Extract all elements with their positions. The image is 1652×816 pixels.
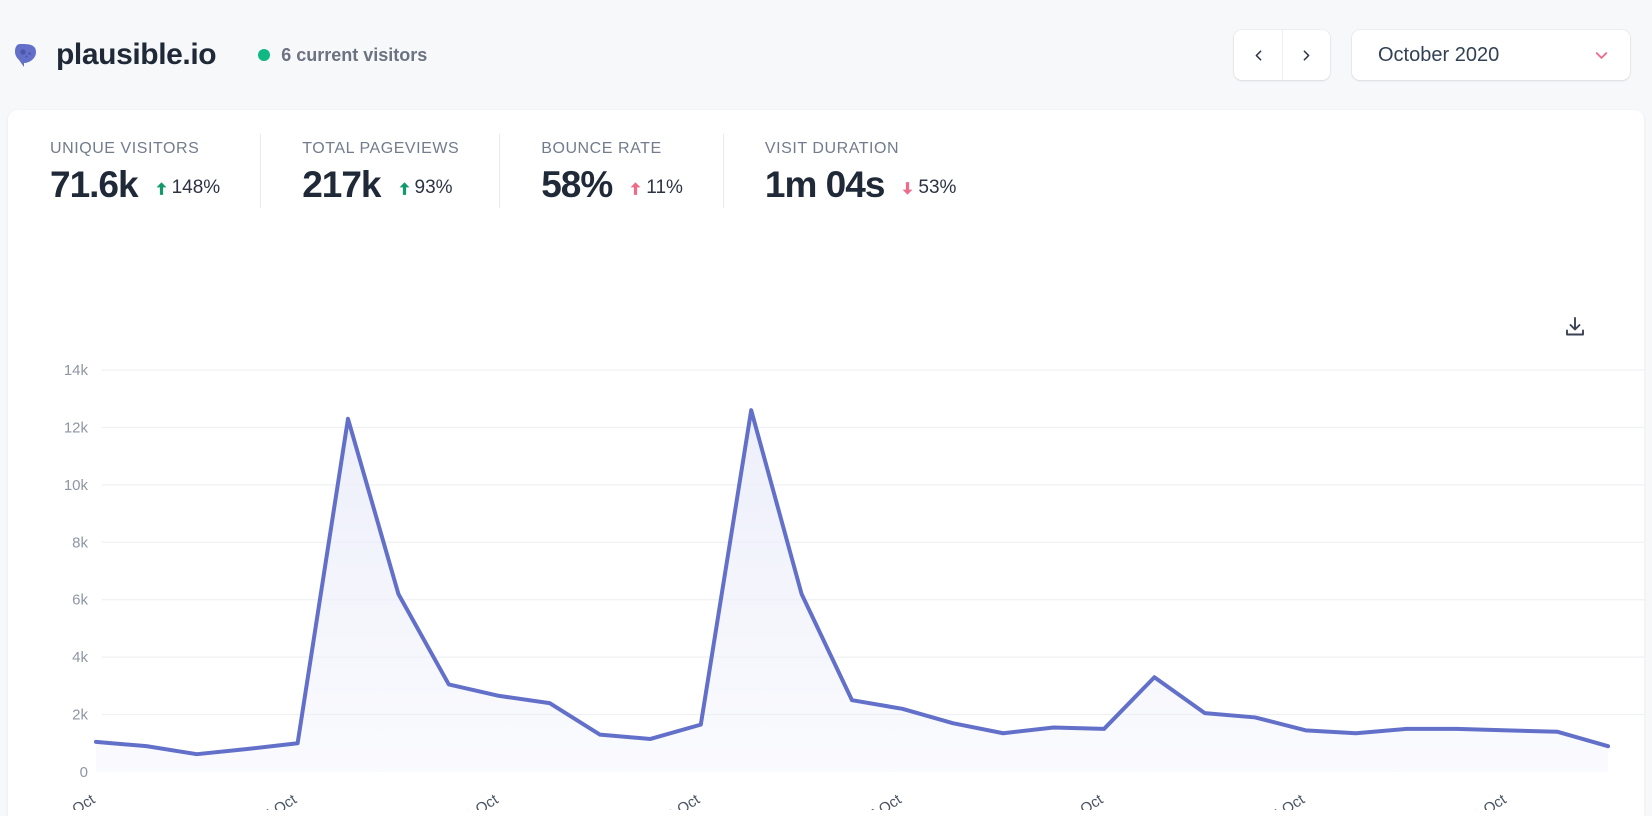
metric-value: 217k xyxy=(302,166,380,203)
metric-change-value: 148% xyxy=(172,177,221,199)
metric-change-value: 53% xyxy=(918,177,956,199)
x-axis-tick-label: Tue, 13 Oct xyxy=(628,791,703,810)
metric-value: 71.6k xyxy=(50,166,138,203)
y-axis-tick-label: 0 xyxy=(80,764,88,781)
metric-unique-visitors[interactable]: UNIQUE VISITORS 71.6k 148% xyxy=(8,130,260,210)
metric-change: 11% xyxy=(629,177,683,203)
brand[interactable]: plausible.io xyxy=(12,38,216,72)
x-axis-tick-label: Thu, 1 Oct xyxy=(30,791,99,810)
arrow-up-icon xyxy=(398,181,411,196)
metric-value-row: 217k 93% xyxy=(302,166,459,203)
metric-label: VISIT DURATION xyxy=(765,140,957,158)
chevron-left-icon xyxy=(1250,47,1267,64)
metric-value-row: 58% 11% xyxy=(541,166,683,203)
metric-value: 1m 04s xyxy=(765,166,885,203)
y-axis-tick-label: 10k xyxy=(64,477,89,494)
x-axis-tick-label: Sat, 17 Oct xyxy=(832,791,905,810)
date-range-picker[interactable]: October 2020 xyxy=(1352,30,1630,80)
x-axis-tick-label: Fri, 9 Oct xyxy=(440,791,502,810)
dashboard-root: plausible.io 6 current visitors xyxy=(0,0,1652,816)
metric-label: TOTAL PAGEVIEWS xyxy=(302,140,459,158)
x-axis-tick-label: Sun, 25 Oct xyxy=(1232,791,1308,810)
date-range-label: October 2020 xyxy=(1378,44,1499,67)
next-period-button[interactable] xyxy=(1282,30,1330,80)
metric-value: 58% xyxy=(541,166,612,203)
chart-svg: 0 2k 4k 6k 8k 10k 12k 14k Thu, 1 Oct Mon, 5 Oct Fr… xyxy=(8,210,1644,810)
metric-value-row: 71.6k 148% xyxy=(50,166,220,203)
metric-change-value: 11% xyxy=(646,177,683,199)
y-axis-tick-label: 12k xyxy=(64,419,89,436)
x-axis-tick-label: Thu, 29 Oct xyxy=(1434,791,1510,810)
y-axis-tick-label: 14k xyxy=(64,362,89,379)
metric-change: 148% xyxy=(155,177,221,203)
current-visitors[interactable]: 6 current visitors xyxy=(258,45,427,66)
arrow-up-icon xyxy=(629,181,642,196)
metric-label: BOUNCE RATE xyxy=(541,140,683,158)
y-axis-tick-label: 6k xyxy=(72,592,88,609)
x-axis-tick-label: Mon, 5 Oct xyxy=(229,791,300,810)
metric-value-row: 1m 04s 53% xyxy=(765,166,957,203)
metric-change-value: 93% xyxy=(415,177,453,199)
y-axis-tick-label: 2k xyxy=(72,707,88,724)
y-axis-tick-label: 4k xyxy=(72,649,88,666)
brand-name: plausible.io xyxy=(56,38,216,72)
stats-card: UNIQUE VISITORS 71.6k 148% TOTAL PAGEVIE… xyxy=(8,110,1644,816)
current-visitors-label: 6 current visitors xyxy=(281,45,427,66)
metric-change: 53% xyxy=(901,177,956,203)
metric-visit-duration[interactable]: VISIT DURATION 1m 04s 53% xyxy=(723,130,997,210)
visitors-chart: 0 2k 4k 6k 8k 10k 12k 14k Thu, 1 Oct Mon, 5 Oct Fr… xyxy=(8,210,1644,810)
live-dot-icon xyxy=(258,49,270,61)
arrow-down-icon xyxy=(901,181,914,196)
prev-period-button[interactable] xyxy=(1234,30,1282,80)
metric-bounce-rate[interactable]: BOUNCE RATE 58% 11% xyxy=(499,130,723,210)
chevron-right-icon xyxy=(1298,47,1315,64)
plausible-logo-icon xyxy=(12,40,42,70)
metric-change: 93% xyxy=(398,177,453,203)
date-nav-group xyxy=(1234,30,1330,80)
top-bar: plausible.io 6 current visitors xyxy=(0,0,1652,110)
chevron-down-icon xyxy=(1592,46,1611,65)
metric-total-pageviews[interactable]: TOTAL PAGEVIEWS 217k 93% xyxy=(260,130,499,210)
top-bar-right: October 2020 xyxy=(1234,30,1630,80)
y-axis-tick-label: 8k xyxy=(72,534,88,551)
arrow-up-icon xyxy=(155,181,168,196)
x-axis-tick-label: Wed, 21 Oct xyxy=(1027,791,1107,810)
metric-label: UNIQUE VISITORS xyxy=(50,140,220,158)
metrics-row: UNIQUE VISITORS 71.6k 148% TOTAL PAGEVIE… xyxy=(8,110,1644,210)
